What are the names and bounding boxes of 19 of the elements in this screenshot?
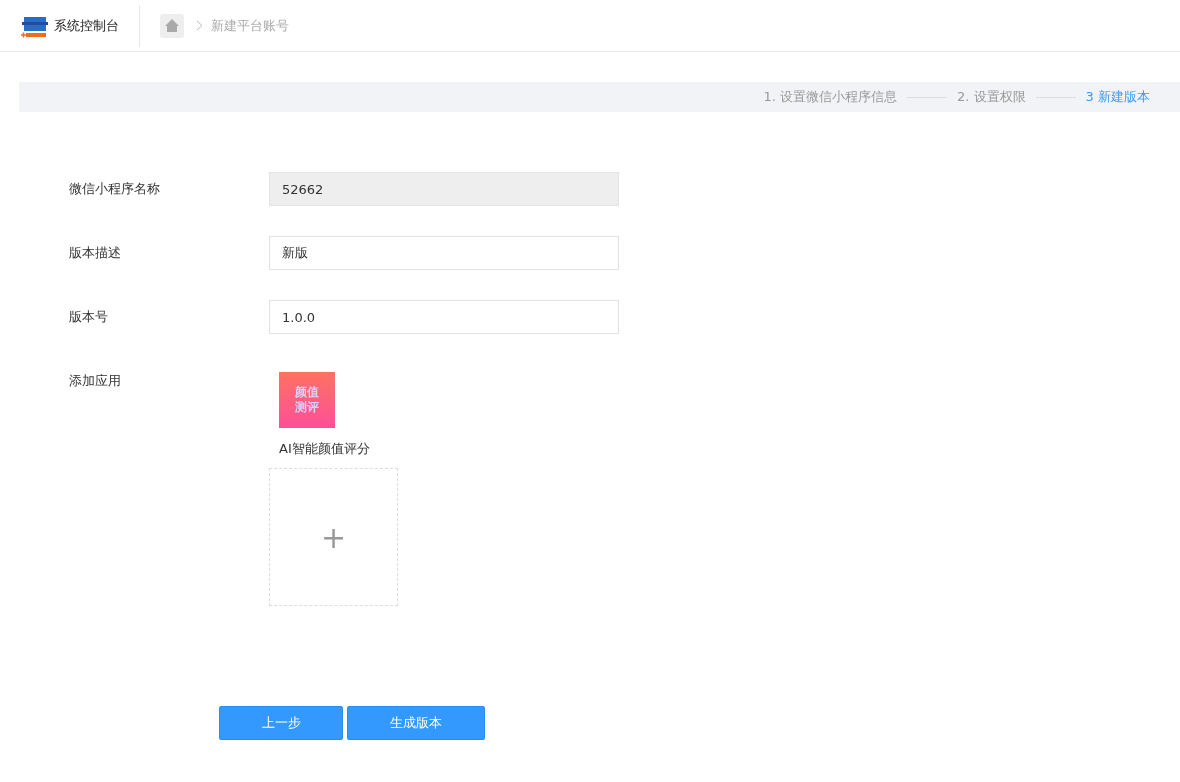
chevron-icon (196, 20, 203, 31)
breadcrumb-item[interactable]: 新建平台账号 (211, 16, 289, 35)
input-field[interactable]: 1.0.0 (269, 300, 619, 334)
back-button[interactable]: 上一步 (219, 706, 343, 740)
field-label: 微信小程序名称 (69, 180, 161, 198)
step-label: 3 新建版本 (1085, 88, 1150, 106)
step-label: 2. 设置权限 (957, 88, 1026, 106)
home-icon (164, 18, 180, 33)
field-label: 添加应用 (69, 372, 122, 390)
input-field[interactable]: 新版 (269, 236, 619, 270)
app-title: 系统控制台 (54, 16, 119, 35)
field-label: 版本描述 (69, 244, 122, 262)
step-label: 1. 设置微信小程序信息 (763, 88, 898, 106)
field-label: 版本号 (69, 308, 109, 326)
home-button[interactable] (160, 13, 184, 38)
app-name: AI智能颜值评分 (279, 440, 371, 458)
app-icon[interactable]: 颜值测评 (279, 372, 335, 428)
generate-button[interactable]: 生成版本 (347, 706, 485, 740)
add-button[interactable]: + (269, 468, 398, 606)
